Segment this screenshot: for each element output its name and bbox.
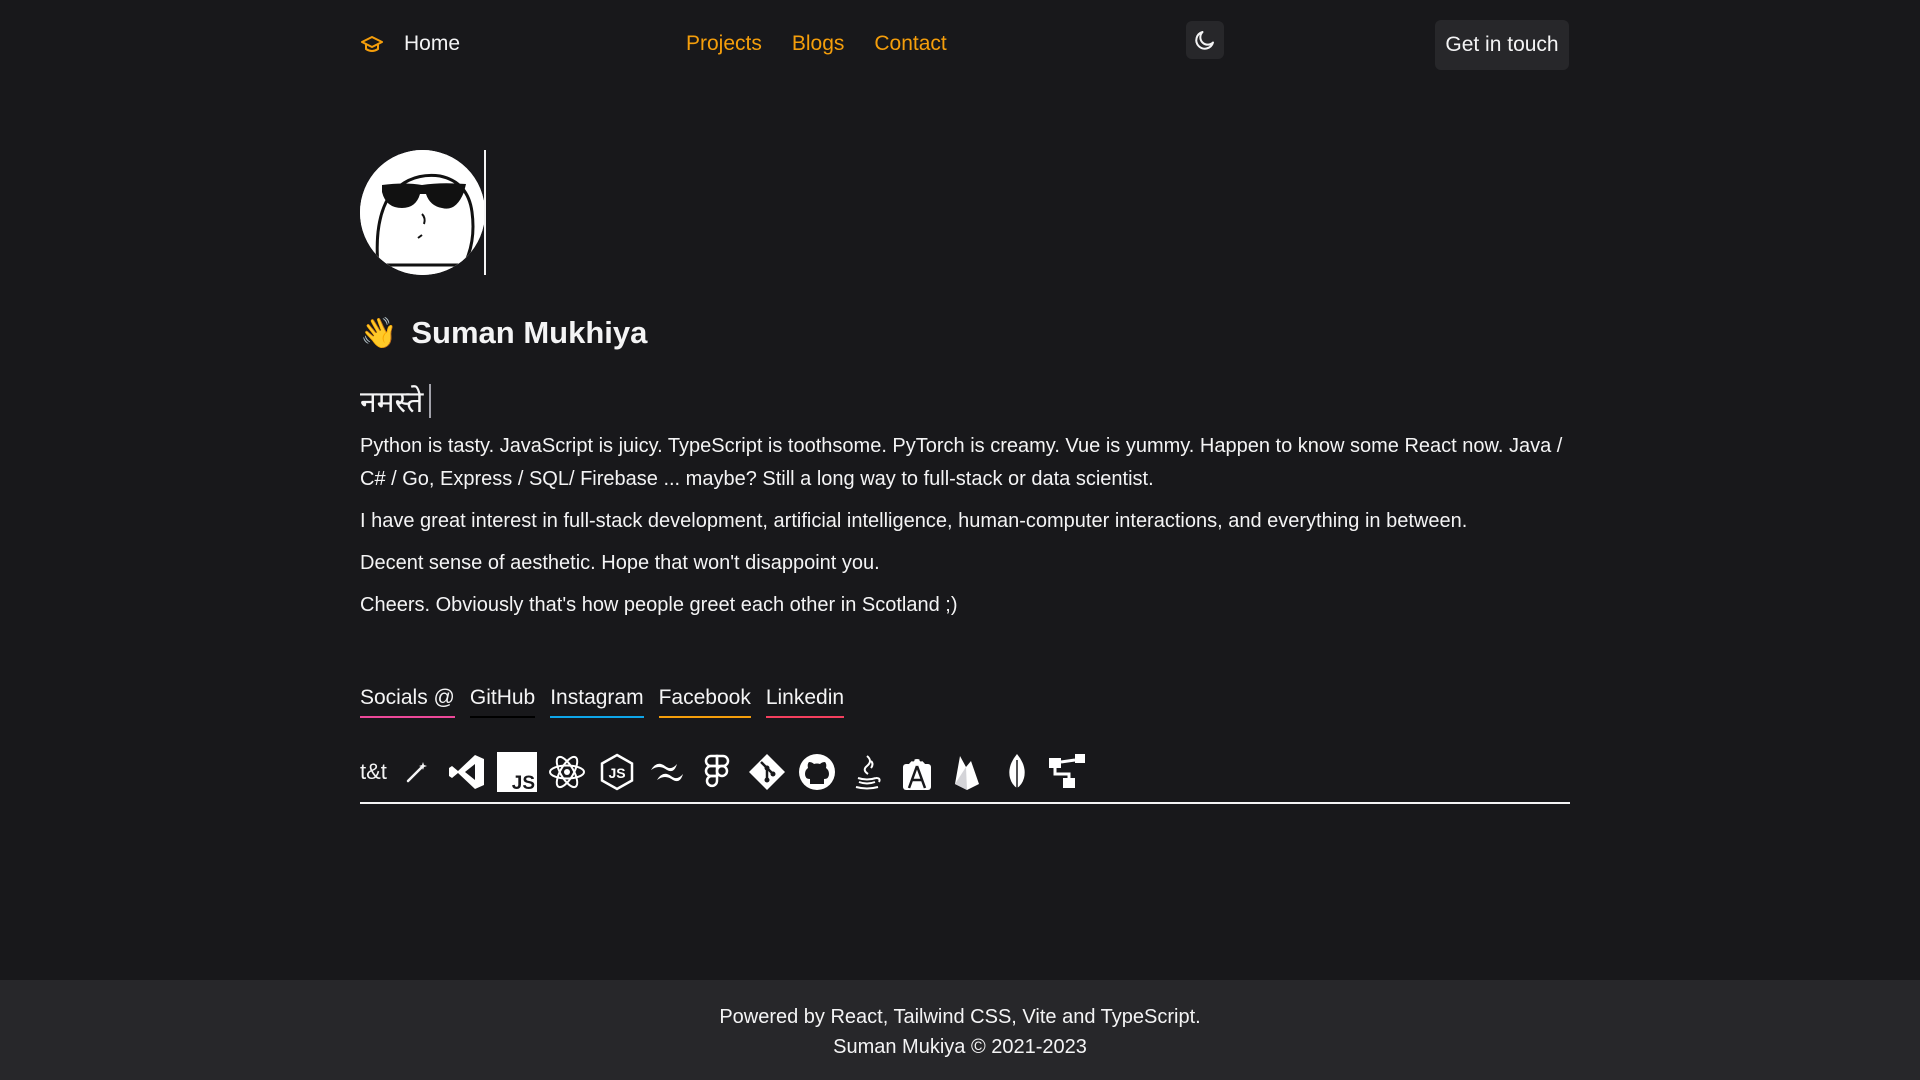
moon-icon: [1195, 31, 1214, 50]
svg-text:JS: JS: [608, 765, 625, 781]
linkedin-link[interactable]: Linkedin: [765, 686, 845, 718]
java-icon: [847, 752, 887, 792]
avatar-divider: [484, 150, 486, 275]
greeting-text: नमस्ते: [360, 385, 424, 420]
sitemap-icon: [1047, 752, 1087, 792]
socials-row: Socials @ GitHub Instagram Facebook Link…: [360, 686, 845, 718]
theme-toggle-button[interactable]: [1186, 21, 1224, 59]
get-in-touch-button[interactable]: Get in touch: [1435, 20, 1569, 70]
tools-label: t&t: [360, 759, 387, 784]
firebase-icon: [947, 752, 987, 792]
nav-contact[interactable]: Contact: [874, 32, 946, 56]
graduation-cap-icon[interactable]: [360, 32, 384, 56]
footer: Powered by React, Tailwind CSS, Vite and…: [0, 980, 1920, 1080]
bio-paragraph: Python is tasty. JavaScript is juicy. Ty…: [360, 435, 1563, 490]
home-nav[interactable]: Home: [360, 32, 460, 56]
github-link[interactable]: GitHub: [469, 686, 536, 718]
wand-icon: [397, 752, 437, 792]
bio-paragraph: Decent sense of aesthetic. Hope that won…: [360, 552, 880, 574]
react-icon: [547, 752, 587, 792]
tools-row: t&t JS JS: [360, 750, 1097, 794]
tools-divider: [360, 802, 1570, 804]
tailwind-icon: [647, 752, 687, 792]
footer-powered-by: Powered by React, Tailwind CSS, Vite and…: [719, 1006, 1201, 1028]
git-icon: [747, 752, 787, 792]
socials-label: Socials @: [360, 686, 455, 718]
bio-section: Python is tasty. JavaScript is juicy. Ty…: [360, 430, 1570, 631]
nav-projects[interactable]: Projects: [686, 32, 762, 56]
nodejs-icon: JS: [597, 752, 637, 792]
home-link[interactable]: Home: [404, 32, 460, 56]
svg-text:JS: JS: [512, 773, 535, 792]
instagram-link[interactable]: Instagram: [550, 686, 644, 718]
name-heading: 👋 Suman Mukhiya: [360, 315, 647, 351]
footer-copyright: Suman Mukiya © 2021-2023: [833, 1036, 1087, 1058]
profile-name: Suman Mukhiya: [411, 315, 648, 350]
typing-greeting: नमस्ते: [360, 380, 432, 421]
android-studio-icon: [897, 752, 937, 792]
top-navbar: Home Projects Blogs Contact Get in touch: [0, 0, 1920, 90]
facebook-link[interactable]: Facebook: [658, 686, 751, 718]
figma-icon: [697, 752, 737, 792]
vscode-icon: [447, 752, 487, 792]
main-nav: Projects Blogs Contact: [686, 32, 947, 56]
typing-caret: [429, 383, 432, 418]
mongodb-icon: [997, 752, 1037, 792]
waving-hand-icon: 👋: [360, 316, 398, 350]
avatar: [360, 150, 485, 275]
bio-paragraph: I have great interest in full-stack deve…: [360, 510, 1468, 532]
sunglasses-avatar: [360, 150, 485, 275]
nav-blogs[interactable]: Blogs: [792, 32, 845, 56]
javascript-icon: JS: [496, 752, 537, 792]
github-icon: [797, 752, 837, 792]
bio-paragraph: Cheers. Obviously that's how people gree…: [360, 594, 958, 616]
